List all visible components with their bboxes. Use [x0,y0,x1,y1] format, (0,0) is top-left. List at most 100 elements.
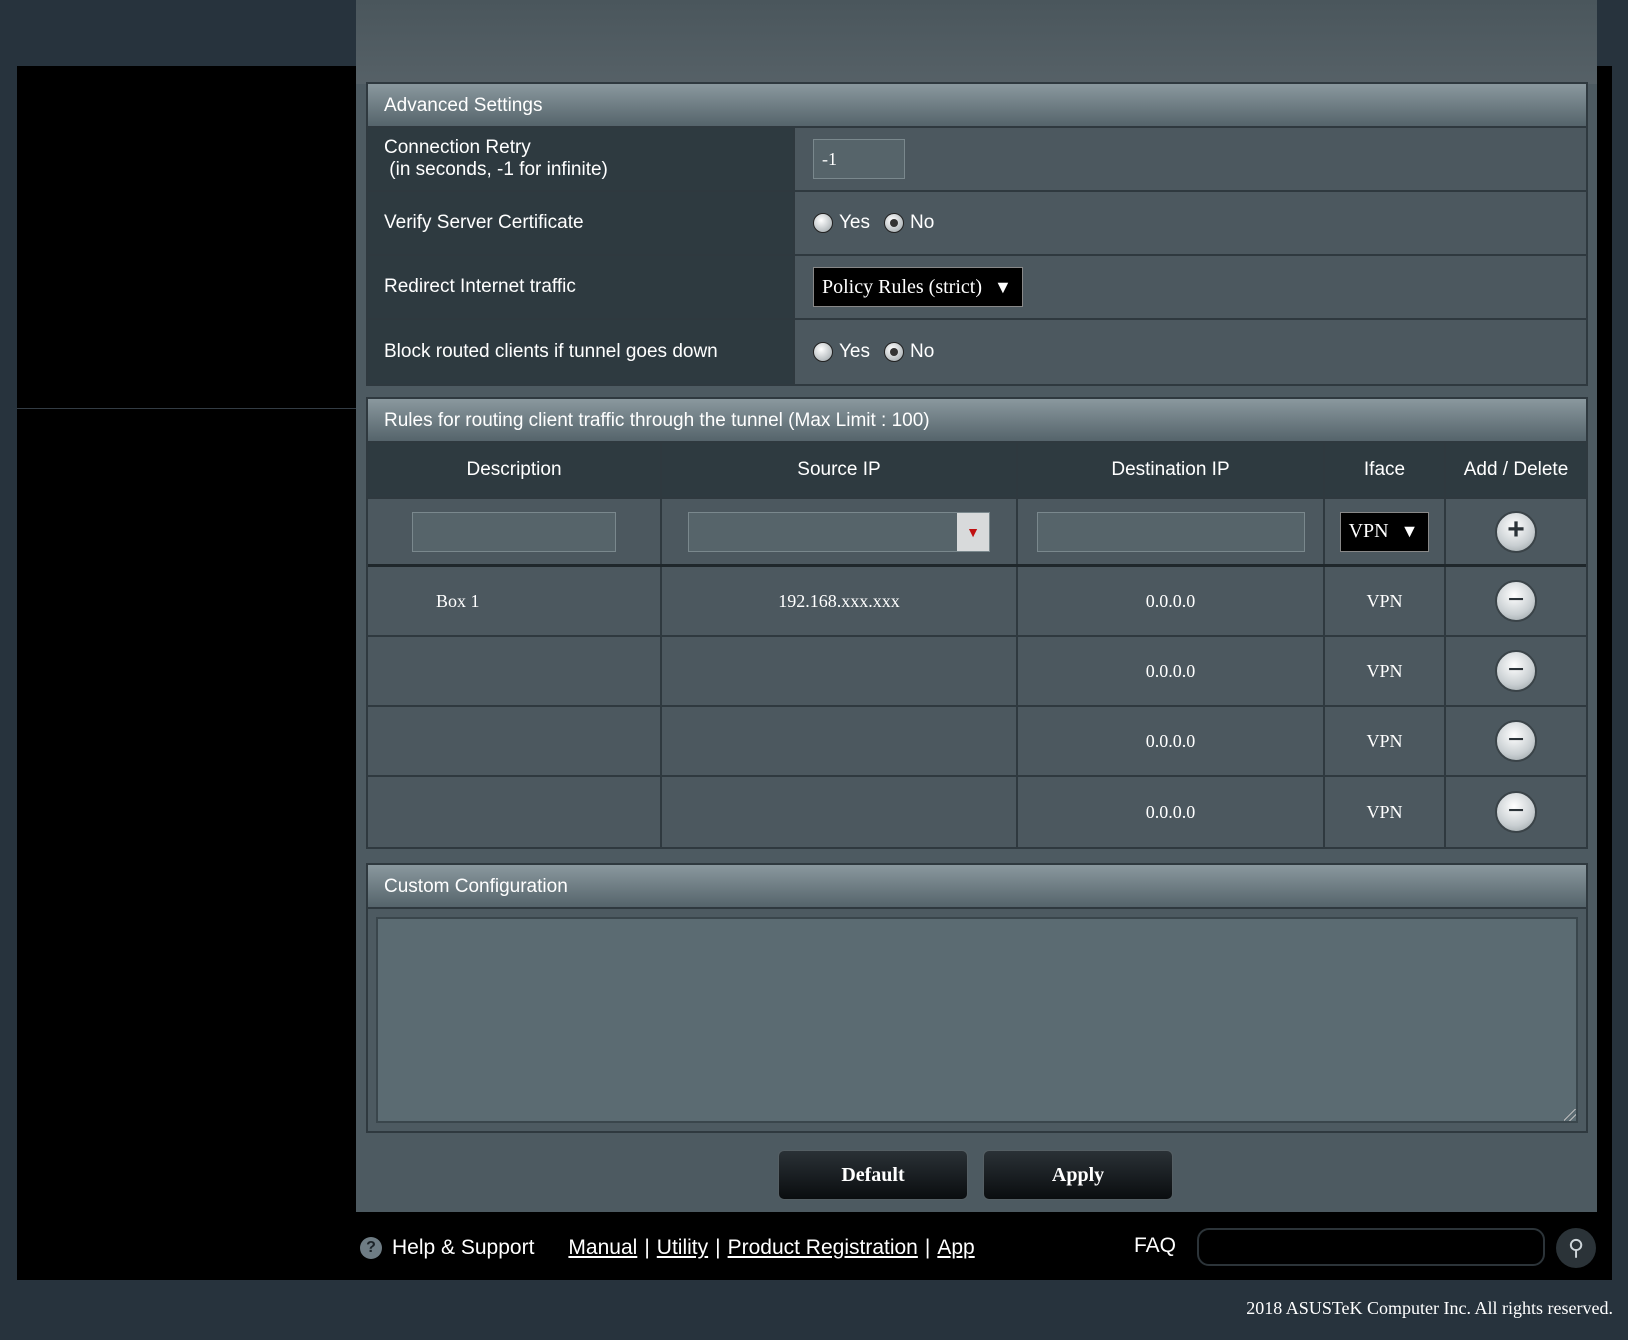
column-header-source-ip: Source IP [662,443,1018,497]
verify-cert-label: Verify Server Certificate [368,192,795,254]
dropdown-arrow-icon: ▼ [993,276,1012,297]
verify-cert-row: Verify Server Certificate Yes No [368,192,1586,256]
redirect-traffic-select[interactable]: Policy Rules (strict) ▼ [813,267,1023,307]
column-header-iface: Iface [1325,443,1446,497]
new-iface-select[interactable]: VPN ▼ [1339,511,1430,552]
delete-rule-button[interactable]: − [1495,580,1537,622]
add-cell: + [1446,499,1586,564]
advanced-settings-section: Advanced Settings Connection Retry (in s… [366,82,1588,386]
block-clients-radio-group: Yes No [813,341,948,363]
connection-retry-row: Connection Retry (in seconds, -1 for inf… [368,128,1586,192]
row-destination-ip: 0.0.0.0 [1018,567,1325,635]
row-description: Box 1 [368,567,662,635]
table-row: 0.0.0.0 VPN − [368,707,1586,777]
verify-cert-yes-label[interactable]: Yes [839,212,870,234]
custom-config-textarea[interactable] [376,917,1578,1123]
row-iface: VPN [1325,707,1446,775]
block-clients-no-label[interactable]: No [910,341,934,363]
plus-circle-icon: + [1507,513,1525,546]
redirect-traffic-selected: Policy Rules (strict) [822,275,982,298]
row-source-ip: 192.168.xxx.xxx [662,567,1018,635]
block-clients-value-cell: Yes No [795,320,1586,384]
manual-link[interactable]: Manual [568,1236,637,1260]
new-source-ip-combo[interactable]: ▼ [688,511,990,552]
product-registration-link[interactable]: Product Registration [728,1236,918,1260]
block-clients-yes-label[interactable]: Yes [839,341,870,363]
new-destination-ip-input[interactable] [1036,511,1305,552]
apply-button[interactable]: Apply [983,1150,1173,1200]
block-clients-title: Block routed clients if tunnel goes down [384,341,718,362]
row-destination-ip: 0.0.0.0 [1018,637,1325,705]
delete-rule-button[interactable]: − [1495,791,1537,833]
divider [17,408,357,409]
section-title: Advanced Settings [368,84,1586,128]
column-header-description: Description [368,443,662,497]
routing-rules-section: Rules for routing client traffic through… [366,397,1588,849]
faq-search-input[interactable] [1197,1228,1545,1266]
verify-cert-value-cell: Yes No [795,192,1586,254]
redirect-traffic-title: Redirect Internet traffic [384,276,576,297]
help-support-label: Help & Support [392,1236,535,1259]
block-clients-row: Block routed clients if tunnel goes down… [368,320,1586,384]
block-clients-yes-radio[interactable] [813,342,833,362]
row-iface: VPN [1325,777,1446,847]
new-dest-cell [1018,499,1325,564]
delete-cell: − [1446,777,1586,847]
new-source-cell: ▼ [662,499,1018,564]
row-iface: VPN [1325,637,1446,705]
verify-cert-radio-group: Yes No [813,212,948,234]
separator: | [924,1236,931,1259]
connection-retry-input[interactable] [813,139,905,179]
row-description [368,707,662,775]
utility-link[interactable]: Utility [657,1236,708,1260]
verify-cert-yes-radio[interactable] [813,213,833,233]
main-panel: Advanced Settings Connection Retry (in s… [356,0,1597,1212]
delete-rule-button[interactable]: − [1495,650,1537,692]
new-source-ip-input[interactable] [689,512,957,551]
add-rule-button[interactable]: + [1495,510,1537,553]
new-description-cell [368,499,662,564]
resize-grip-icon[interactable] [1564,1109,1576,1121]
verify-cert-no-label[interactable]: No [910,212,934,234]
rules-table: Description Source IP Destination IP Ifa… [368,443,1586,847]
custom-config-section: Custom Configuration [366,863,1588,1133]
delete-rule-button[interactable]: − [1495,720,1537,762]
connection-retry-value-cell [795,128,1586,190]
footer: ? Help & Support Manual | Utility | Prod… [360,1228,1596,1268]
row-description [368,637,662,705]
default-button[interactable]: Default [778,1150,968,1200]
new-description-input[interactable] [412,511,616,552]
delete-cell: − [1446,707,1586,775]
table-row: 0.0.0.0 VPN − [368,777,1586,847]
row-source-ip [662,707,1018,775]
minus-circle-icon: − [1507,652,1525,686]
section-title: Custom Configuration [368,865,1586,909]
row-source-ip [662,637,1018,705]
panel-top [356,0,1597,84]
connection-retry-label: Connection Retry (in seconds, -1 for inf… [368,128,795,190]
row-source-ip [662,777,1018,847]
block-clients-label: Block routed clients if tunnel goes down [368,320,795,384]
separator: | [715,1236,721,1259]
source-ip-dropdown-icon[interactable]: ▼ [957,512,989,551]
table-row: Box 1 192.168.xxx.xxx 0.0.0.0 VPN − [368,567,1586,637]
table-row: 0.0.0.0 VPN − [368,637,1586,707]
search-icon[interactable]: ⚲ [1556,1228,1596,1268]
dropdown-arrow-icon: ▼ [1400,521,1419,541]
redirect-traffic-row: Redirect Internet traffic Policy Rules (… [368,256,1586,320]
new-iface-cell: VPN ▼ [1325,499,1446,564]
app-link[interactable]: App [937,1236,974,1260]
redirect-traffic-value-cell: Policy Rules (strict) ▼ [795,256,1586,318]
table-header-row: Description Source IP Destination IP Ifa… [368,443,1586,499]
copyright-text: 2018 ASUSTeK Computer Inc. All rights re… [1246,1298,1613,1318]
redirect-traffic-label: Redirect Internet traffic [368,256,795,318]
row-description [368,777,662,847]
block-clients-no-radio[interactable] [884,342,904,362]
delete-cell: − [1446,637,1586,705]
row-destination-ip: 0.0.0.0 [1018,707,1325,775]
delete-cell: − [1446,567,1586,635]
column-header-add-delete: Add / Delete [1463,459,1569,480]
verify-cert-no-radio[interactable] [884,213,904,233]
row-iface: VPN [1325,567,1446,635]
column-header-destination-ip: Destination IP [1018,443,1325,497]
